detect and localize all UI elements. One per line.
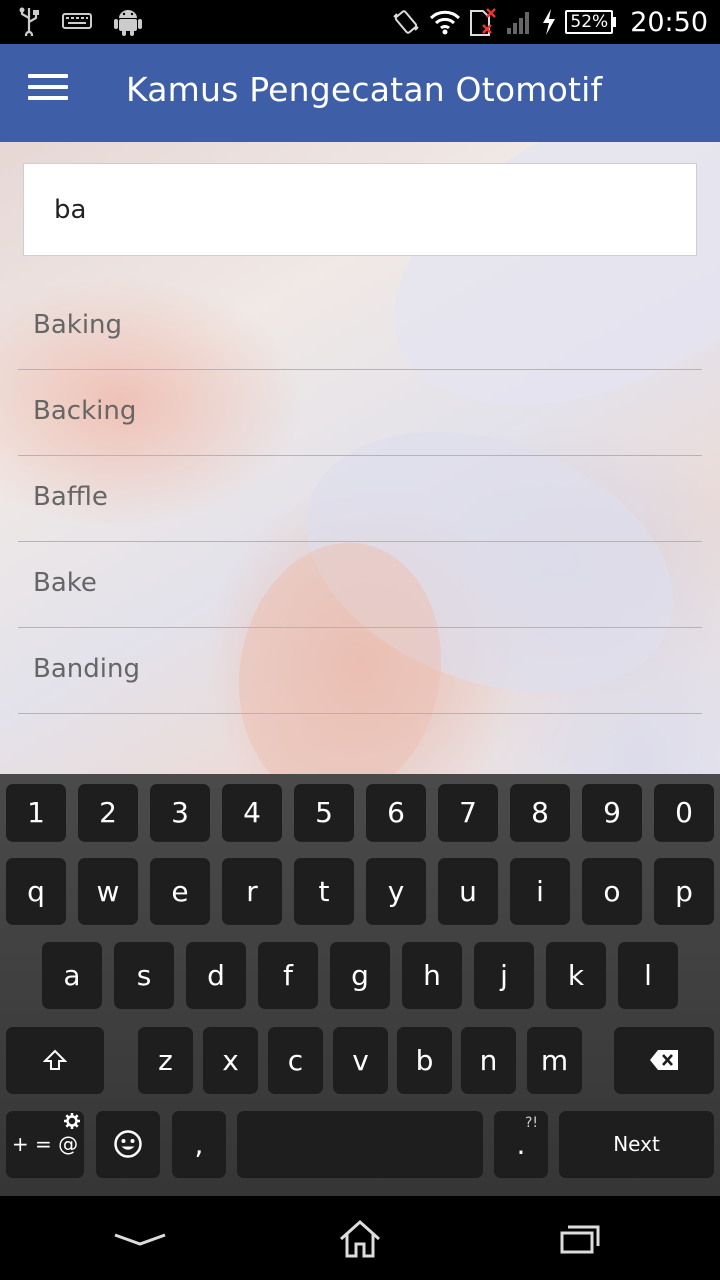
symbols-key[interactable]: + = @ xyxy=(6,1111,84,1177)
key-u[interactable]: u xyxy=(438,858,498,924)
key-9[interactable]: 9 xyxy=(582,784,642,841)
comma-key[interactable]: , xyxy=(172,1111,226,1177)
list-item-label: Backing xyxy=(33,396,137,426)
list-item-label: Banding xyxy=(33,654,140,684)
space-key[interactable] xyxy=(237,1111,483,1177)
list-item[interactable]: Baffle xyxy=(18,456,702,542)
key-k[interactable]: k xyxy=(546,942,606,1008)
period-key-label: . xyxy=(516,1127,526,1161)
backspace-icon xyxy=(650,1050,678,1070)
app-title: Kamus Pengecatan Otomotif xyxy=(126,70,603,109)
signal-icon xyxy=(505,8,533,36)
key-i[interactable]: i xyxy=(510,858,570,924)
android-icon xyxy=(114,6,142,36)
home-icon xyxy=(339,1219,381,1258)
key-o[interactable]: o xyxy=(582,858,642,924)
results-list: Baking Backing Baffle Bake Banding xyxy=(18,284,702,714)
key-j[interactable]: j xyxy=(474,942,534,1008)
keyboard-icon xyxy=(62,10,92,32)
content-area: Baking Backing Baffle Bake Banding xyxy=(0,142,720,774)
key-x[interactable]: x xyxy=(203,1027,258,1093)
key-0[interactable]: 0 xyxy=(654,784,714,841)
key-v[interactable]: v xyxy=(333,1027,388,1093)
symbols-key-label: + = @ xyxy=(11,1132,79,1156)
key-6[interactable]: 6 xyxy=(366,784,426,841)
period-key[interactable]: . ?! xyxy=(494,1111,548,1177)
key-1[interactable]: 1 xyxy=(6,784,66,841)
list-item[interactable]: Baking xyxy=(18,284,702,370)
vibrate-icon xyxy=(391,7,421,37)
key-5[interactable]: 5 xyxy=(294,784,354,841)
key-g[interactable]: g xyxy=(330,942,390,1008)
hamburger-menu-icon[interactable] xyxy=(28,74,68,110)
wifi-icon xyxy=(429,8,461,36)
home-button[interactable] xyxy=(330,1214,390,1264)
key-d[interactable]: d xyxy=(186,942,246,1008)
key-y[interactable]: y xyxy=(366,858,426,924)
battery-icon: 52% xyxy=(565,10,617,34)
key-c[interactable]: c xyxy=(268,1027,323,1093)
key-s[interactable]: s xyxy=(114,942,174,1008)
list-item[interactable]: Backing xyxy=(18,370,702,456)
key-z[interactable]: z xyxy=(138,1027,193,1093)
key-w[interactable]: w xyxy=(78,858,138,924)
backspace-key[interactable] xyxy=(614,1027,714,1093)
shift-key[interactable] xyxy=(6,1027,104,1093)
shift-icon xyxy=(43,1049,67,1070)
navigation-bar xyxy=(0,1196,720,1280)
battery-level: 52% xyxy=(565,10,614,34)
emoji-key[interactable] xyxy=(96,1111,160,1177)
settings-gear-icon xyxy=(64,1113,80,1133)
app-bar: Kamus Pengecatan Otomotif xyxy=(0,44,720,142)
period-key-sup: ?! xyxy=(524,1115,538,1131)
key-q[interactable]: q xyxy=(6,858,66,924)
key-2[interactable]: 2 xyxy=(78,784,138,841)
status-bar: 52% 20:50 xyxy=(0,0,720,44)
list-item-label: Baffle xyxy=(33,482,108,512)
key-t[interactable]: t xyxy=(294,858,354,924)
clock: 20:50 xyxy=(630,6,708,38)
list-item[interactable]: Banding xyxy=(18,628,702,714)
key-b[interactable]: b xyxy=(397,1027,452,1093)
soft-keyboard: 1 2 3 4 5 6 7 8 9 0 q w e r t y u i o p … xyxy=(0,774,720,1196)
key-4[interactable]: 4 xyxy=(222,784,282,841)
key-f[interactable]: f xyxy=(258,942,318,1008)
back-button[interactable] xyxy=(110,1214,170,1264)
key-e[interactable]: e xyxy=(150,858,210,924)
key-h[interactable]: h xyxy=(402,942,462,1008)
recent-apps-icon xyxy=(560,1225,600,1254)
key-7[interactable]: 7 xyxy=(438,784,498,841)
charging-icon xyxy=(541,9,557,35)
search-box[interactable] xyxy=(23,163,697,256)
list-item-label: Baking xyxy=(33,310,123,340)
key-8[interactable]: 8 xyxy=(510,784,570,841)
key-m[interactable]: m xyxy=(527,1027,582,1093)
sim-icon xyxy=(469,7,497,37)
search-input[interactable] xyxy=(24,164,696,255)
next-key[interactable]: Next xyxy=(559,1111,714,1177)
key-3[interactable]: 3 xyxy=(150,784,210,841)
key-a[interactable]: a xyxy=(42,942,102,1008)
chevron-down-icon xyxy=(114,1233,166,1246)
list-item-label: Bake xyxy=(33,568,97,598)
key-n[interactable]: n xyxy=(461,1027,516,1093)
emoji-icon xyxy=(114,1130,142,1158)
key-r[interactable]: r xyxy=(222,858,282,924)
list-item[interactable]: Bake xyxy=(18,542,702,628)
key-l[interactable]: l xyxy=(618,942,678,1008)
recent-apps-button[interactable] xyxy=(550,1214,610,1264)
key-p[interactable]: p xyxy=(654,858,714,924)
usb-icon xyxy=(18,6,40,36)
